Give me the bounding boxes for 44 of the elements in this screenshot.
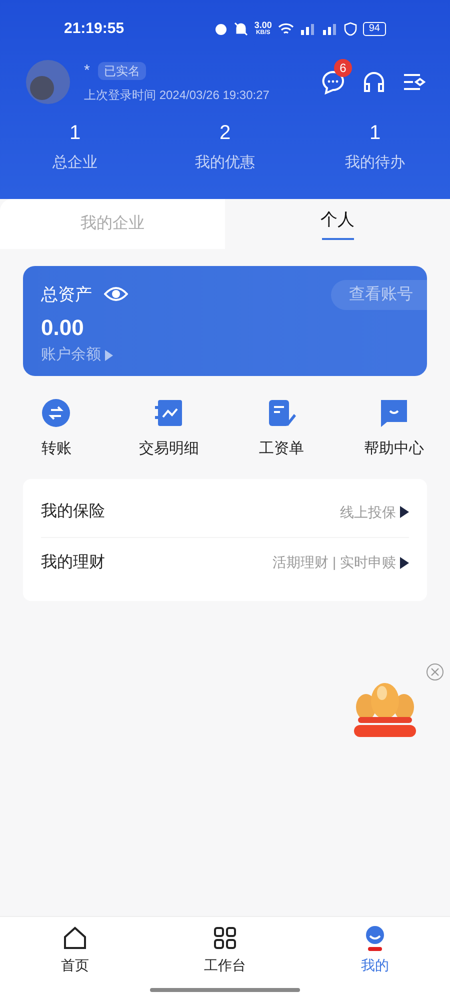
play-icon (105, 350, 113, 361)
stat-value: 2 (219, 121, 231, 146)
shortcut-label[interactable]: 转账 (41, 438, 72, 460)
play-icon (400, 556, 409, 568)
shortcut-label[interactable]: 工资单 (258, 438, 304, 460)
user-name: * (84, 60, 90, 81)
last-login-text: 上次登录时间 2024/03/26 19:30:27 (84, 87, 270, 104)
wifi-icon (278, 22, 294, 36)
signal-icon (322, 23, 338, 35)
nav-tab[interactable]: 工作台 (150, 925, 300, 988)
nav-tab[interactable]: 我的 (300, 925, 450, 988)
eye-icon[interactable] (104, 286, 128, 302)
transfer-icon (41, 398, 72, 428)
headset-icon[interactable] (362, 70, 386, 94)
asset-amount: 0.00 (41, 314, 85, 342)
shortcut-label[interactable]: 帮助中心 (364, 438, 424, 460)
stat-value: 1 (69, 121, 81, 146)
message-count-badge: 6 (334, 59, 352, 77)
document-pen-icon (266, 398, 296, 428)
chart-icon (154, 398, 184, 428)
bell-off-icon (234, 22, 248, 36)
stat-label[interactable]: 我的优惠 (195, 152, 255, 174)
menu-item-title[interactable]: 我的保险 (41, 500, 105, 524)
battery-indicator: 94 (362, 22, 386, 36)
stat-label[interactable]: 我的待办 (345, 152, 405, 174)
close-icon[interactable] (426, 663, 444, 681)
menu-item-hint: 活期理财 | 实时申赎 (272, 553, 396, 572)
play-icon (400, 506, 409, 518)
verified-tag: 已实名 (98, 62, 146, 80)
nav-tab[interactable]: 首页 (0, 925, 150, 988)
shield-icon (344, 22, 357, 36)
menu-item-title[interactable]: 我的理财 (41, 550, 105, 574)
status-time: 21:19:55 (64, 18, 124, 39)
stat-value: 1 (369, 121, 381, 146)
avatar (24, 58, 72, 106)
stat-label[interactable]: 总企业 (52, 152, 98, 174)
menu-item-hint: 线上投保 (340, 502, 396, 522)
grid-icon (212, 925, 238, 951)
chat-smile-icon (378, 398, 409, 428)
asset-title: 总资产 (41, 284, 92, 306)
signal-icon (300, 23, 316, 35)
network-speed: 3.00 (254, 21, 272, 29)
shortcut-label[interactable]: 交易明细 (138, 438, 199, 460)
home-icon (62, 925, 88, 951)
